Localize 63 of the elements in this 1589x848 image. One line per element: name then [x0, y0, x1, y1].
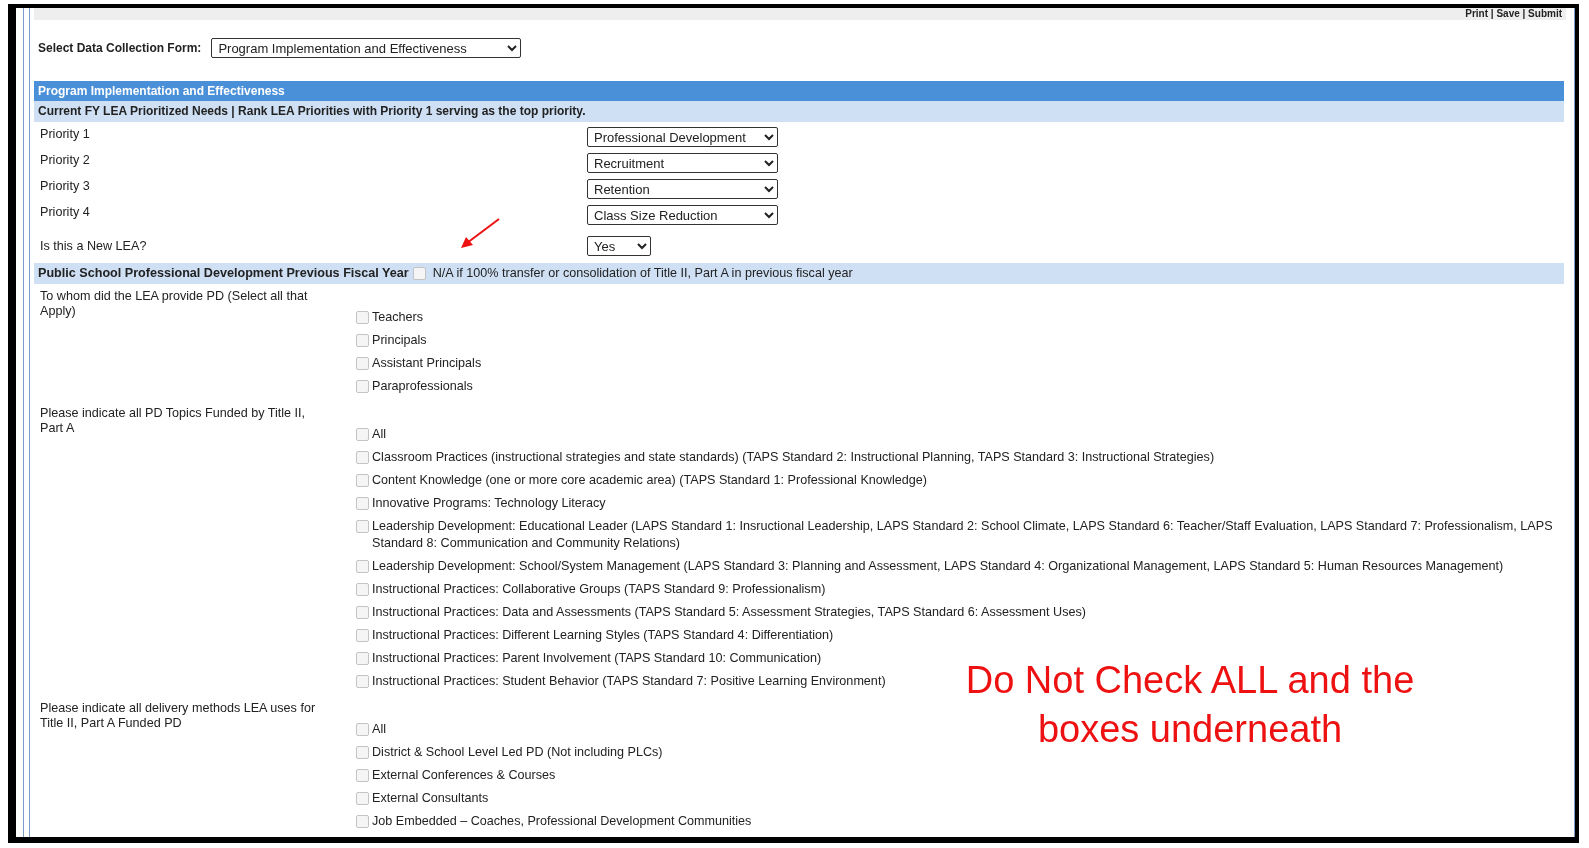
question-label: Please indicate all PD Topics Funded by Title II, Part A: [40, 406, 307, 436]
checkbox[interactable]: [356, 629, 369, 642]
field-label: Priority 3: [39, 178, 91, 195]
annotation-text: Do Not Check ALL and the boxes underneath: [964, 658, 1416, 752]
checkbox[interactable]: [356, 792, 369, 805]
checkbox[interactable]: [356, 652, 369, 665]
checkbox[interactable]: [356, 357, 369, 370]
checkbox-label: Instructional Practices: Collaborative Groups (TAPS Standard 9: Professionalism): [372, 581, 826, 598]
checkbox-label: Job Embedded – Coaches, Professional Development Communities: [372, 813, 752, 830]
checkbox-label: Principals: [372, 332, 427, 349]
field-label: Priority 4: [39, 204, 91, 221]
checkbox-label: N/A if 100% transfer or consolidation of Title II, Part A in previous fiscal year: [432, 265, 853, 283]
section-header: Program Implementation and Effectiveness: [34, 81, 1564, 101]
top-links[interactable]: Print | Save | Submit: [1465, 9, 1562, 19]
checkbox-label: Classroom Practices (instructional strategies and state standards) (TAPS Standard 2: Instructional Planning, TAPS Standard 3: Instructional Strategies): [372, 449, 1215, 466]
checkbox[interactable]: [356, 606, 369, 619]
checkbox-label: All: [372, 721, 386, 738]
form-label: Select Data Collection Form:: [38, 40, 202, 57]
checkbox-label: Leadership Development: Educational Leader (LAPS Standard 1: Insructional Leadership, LAPS Standard 2: School Climate, LAPS Standard 6: Teacher/Staff Evaluation, LAPS Standard 7: Professionalism, LAPS Standard 8: Communication and Community Relations): [372, 518, 1554, 552]
checkbox[interactable]: [356, 451, 369, 464]
checkbox-label: Instructional Practices: Parent Involvement (TAPS Standard 10: Communication): [372, 650, 822, 667]
field-label: Priority 2: [39, 152, 91, 169]
checkbox-label: Leadership Development: School/System Management (LAPS Standard 3: Planning and Assessment, LAPS Standard 4: Organizational Management, LAPS Standard 5: Human Resources Management): [372, 558, 1504, 575]
checkbox-label: External Conferences & Courses: [372, 767, 556, 784]
field-label: Is this a New LEA?: [39, 237, 148, 255]
yes-no-select[interactable]: Yes: [587, 236, 651, 256]
checkbox-label: Innovative Programs: Technology Literacy: [372, 495, 606, 512]
checkbox-label: External Consultants: [372, 790, 489, 807]
subsection-header: Current FY LEA Prioritized Needs | Rank LEA Priorities with Priority 1 serving as the top priority.: [34, 101, 1564, 122]
question-label: To whom did the LEA provide PD (Select all that Apply): [40, 289, 309, 319]
checkbox[interactable]: [356, 311, 369, 324]
checkbox-label: Instructional Practices: Student Behavior (TAPS Standard 7: Positive Learning Environment): [372, 673, 886, 690]
checkbox-label: Paraprofessionals: [372, 378, 473, 395]
checkbox[interactable]: [356, 474, 369, 487]
checkbox[interactable]: [356, 583, 369, 596]
checkbox[interactable]: [356, 560, 369, 573]
priority-select[interactable]: Retention: [587, 179, 778, 199]
checkbox-label: Instructional Practices: Data and Assessments (TAPS Standard 5: Assessment Strategies, TAPS Standard 6: Assessment Uses): [372, 604, 1086, 621]
checkbox[interactable]: [356, 380, 369, 393]
checkbox[interactable]: [356, 675, 369, 688]
question-label: Please indicate all delivery methods LEA uses for Title II, Part A Funded PD: [40, 701, 317, 731]
subsection-header: Public School Professional Development Previous Fiscal Year: [38, 265, 409, 283]
checkbox-label: Teachers: [372, 309, 424, 326]
checkbox-label: Instructional Practices: Different Learning Styles (TAPS Standard 4: Differentiation): [372, 627, 834, 644]
priority-select[interactable]: Recruitment: [587, 153, 778, 173]
checkbox-label: Assistant Principals: [372, 355, 482, 372]
checkbox[interactable]: [356, 428, 369, 441]
checkbox[interactable]: [412, 267, 426, 280]
field-label: Priority 1: [39, 126, 91, 143]
form-select[interactable]: Program Implementation and Effectiveness: [211, 38, 522, 58]
checkbox-label: Content Knowledge (one or more core academic area) (TAPS Standard 1: Professional Knowledge): [372, 472, 927, 489]
annotation-arrow: [459, 217, 501, 249]
priority-select[interactable]: Professional Development: [587, 127, 778, 147]
checkbox-label: All: [372, 426, 386, 443]
checkbox[interactable]: [356, 769, 369, 782]
checkbox[interactable]: [356, 746, 369, 759]
priority-select[interactable]: Class Size Reduction: [587, 205, 778, 225]
checkbox[interactable]: [356, 497, 369, 510]
checkbox[interactable]: [356, 723, 369, 736]
checkbox-label: District & School Level Led PD (Not including PLCs): [372, 744, 663, 761]
checkbox[interactable]: [356, 815, 369, 828]
checkbox[interactable]: [356, 334, 369, 347]
checkbox[interactable]: [356, 520, 369, 533]
